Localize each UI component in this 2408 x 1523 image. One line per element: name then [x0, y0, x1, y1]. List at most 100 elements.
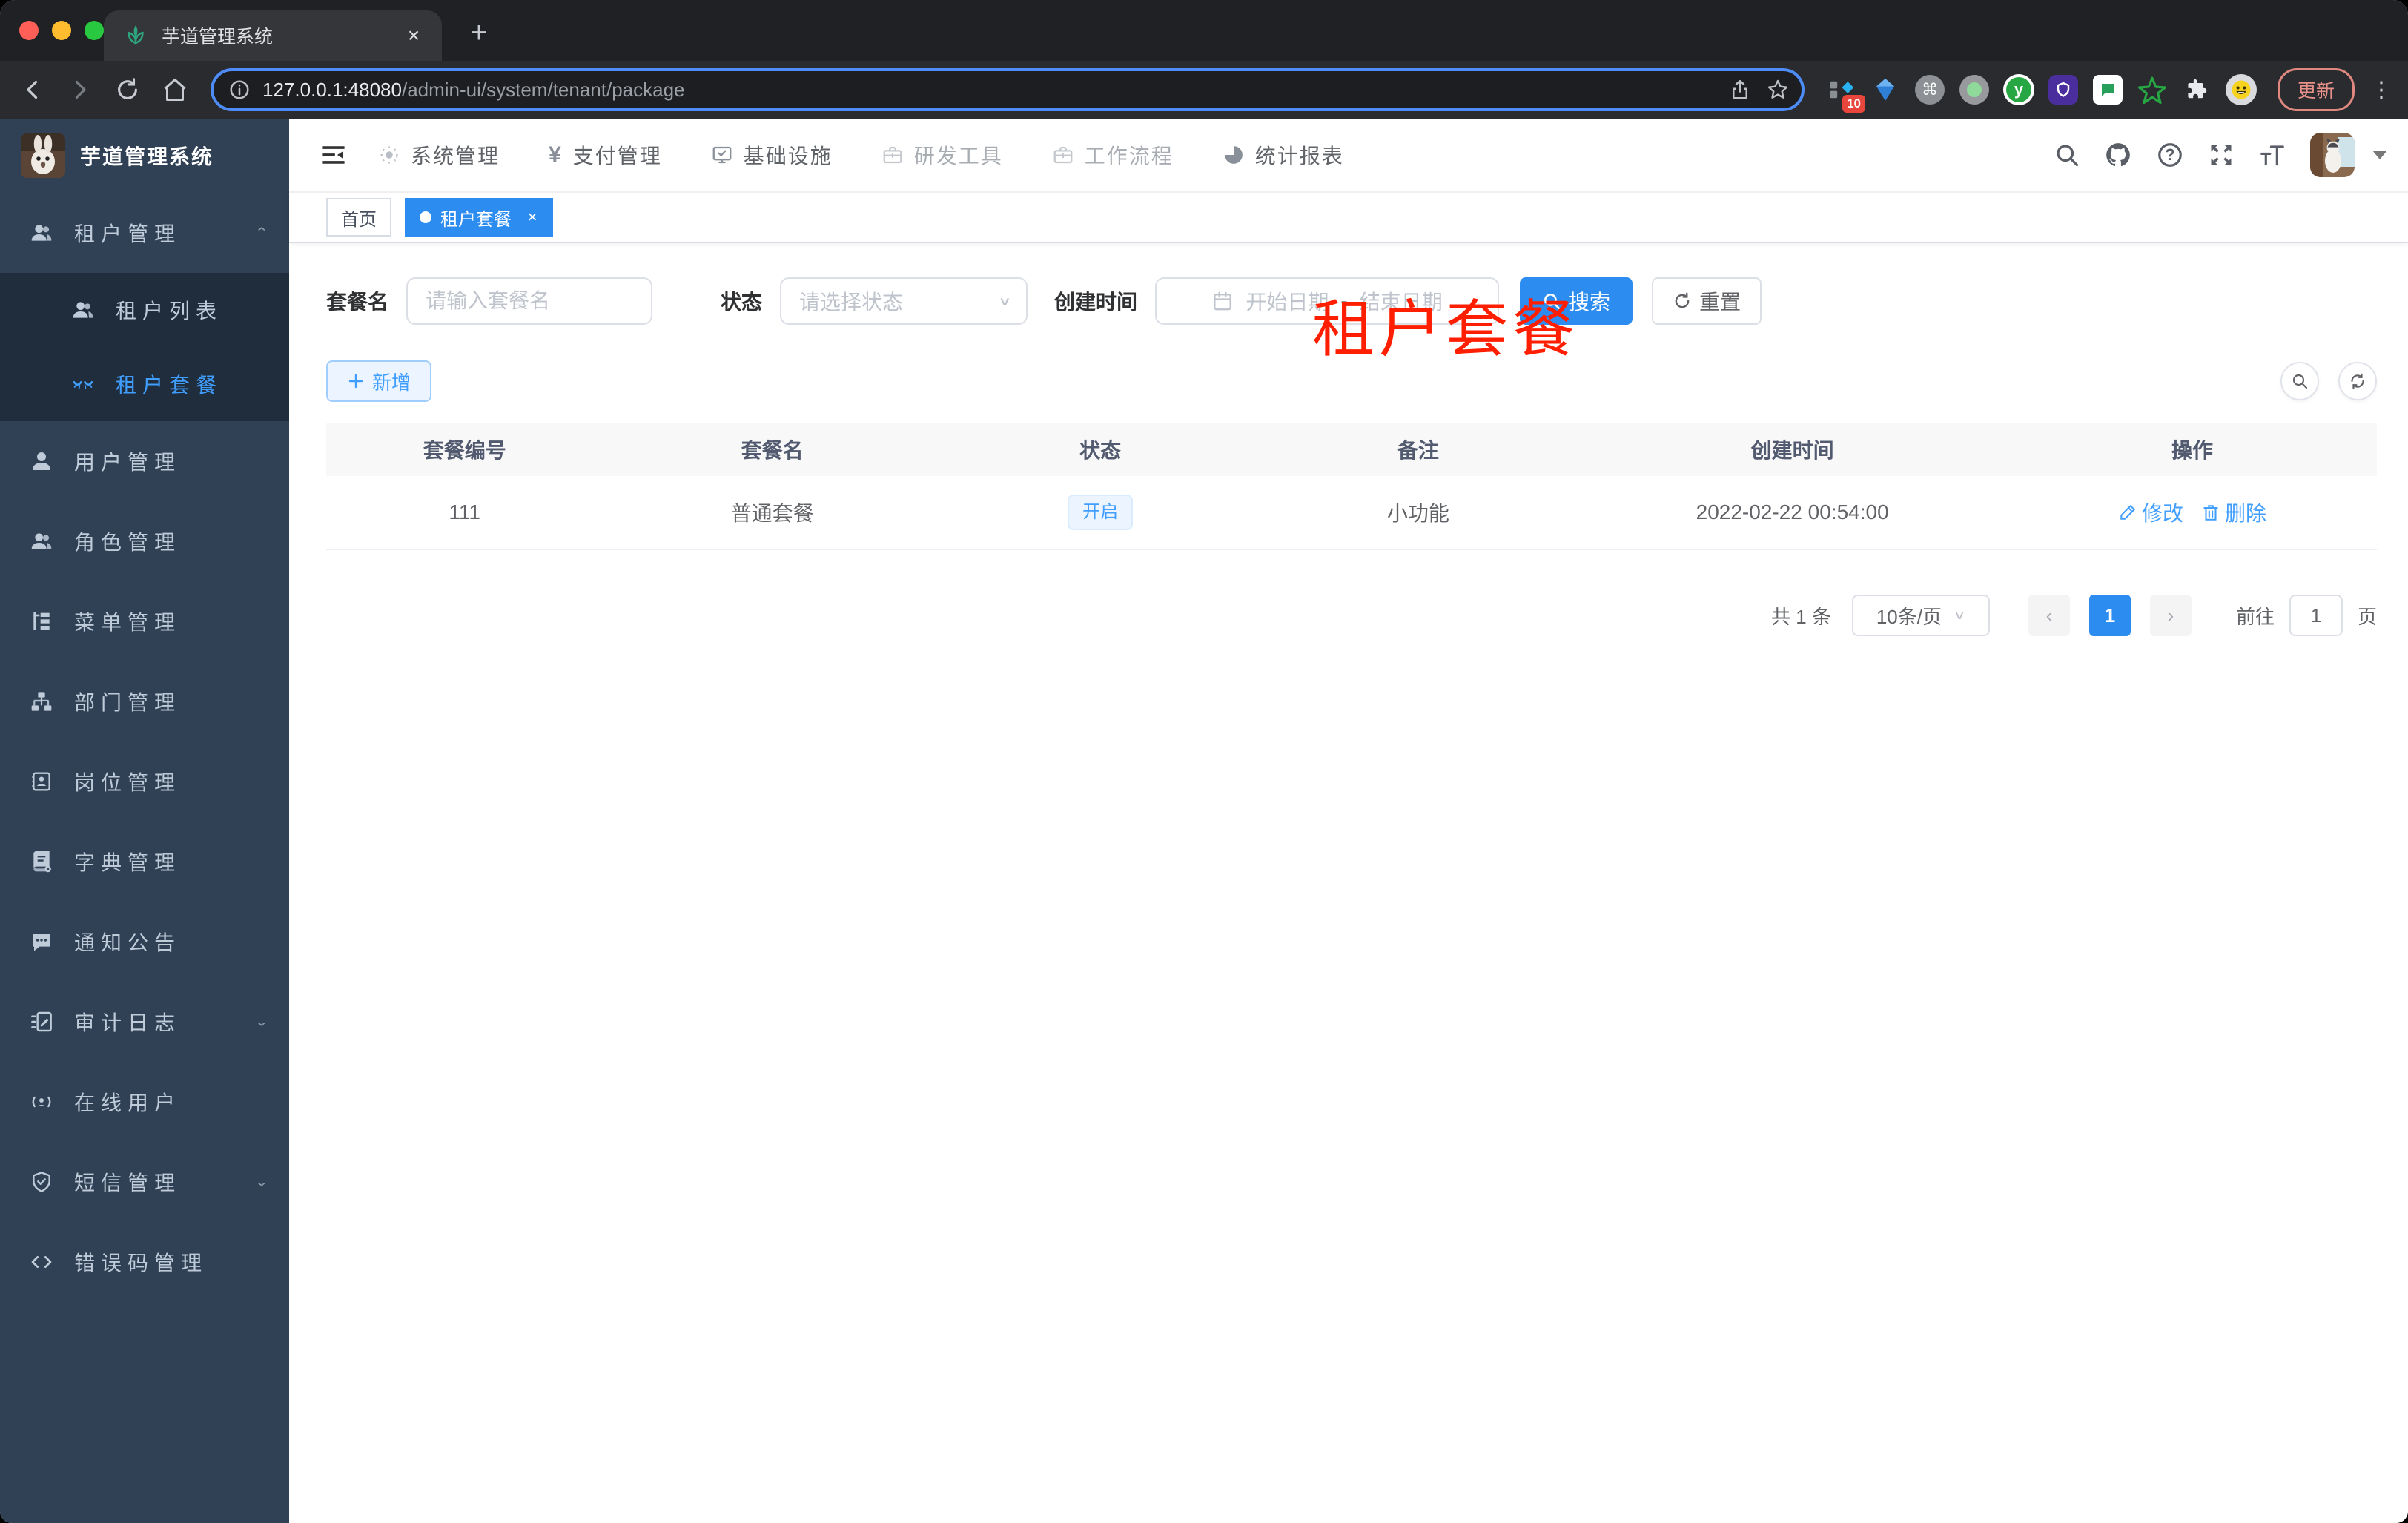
minimize-window-button[interactable]: [52, 21, 71, 40]
topnav-item-reports[interactable]: 统计报表: [1223, 140, 1344, 170]
sidebar-item-role-management[interactable]: 角色管理: [0, 501, 289, 581]
topnav-item-workflow[interactable]: 工作流程: [1052, 140, 1174, 170]
topnav-item-payment[interactable]: ¥ 支付管理: [549, 140, 662, 170]
sidebar-item-sms-management[interactable]: 短信管理 ⌄: [0, 1142, 289, 1222]
page-title-overlay: 租户套餐: [1312, 294, 1580, 364]
next-page-button[interactable]: ›: [2149, 595, 2192, 636]
help-icon[interactable]: ?: [2156, 141, 2184, 169]
bookmark-star-icon[interactable]: [1766, 78, 1790, 102]
github-icon[interactable]: [2104, 141, 2132, 169]
profile-avatar-icon[interactable]: [2225, 74, 2257, 105]
sidebar-item-dict-management[interactable]: 字典管理: [0, 822, 289, 902]
sidebar-item-label: 租户管理: [74, 222, 182, 245]
sidebar-item-errorcode-management[interactable]: 错误码管理: [0, 1222, 289, 1302]
app-title: 芋道管理系统: [80, 145, 214, 168]
package-name-input[interactable]: [408, 279, 652, 323]
gear-icon: [378, 144, 400, 166]
topnav-item-infrastructure[interactable]: 基础设施: [711, 140, 833, 170]
chevron-down-icon: ∨: [998, 294, 1012, 308]
tag-home[interactable]: 首页: [326, 198, 391, 237]
reset-button[interactable]: 重置: [1652, 277, 1762, 325]
sidebar-item-tenant-package[interactable]: 租户套餐: [0, 347, 289, 421]
extension-record-icon[interactable]: [1959, 74, 1990, 105]
browser-toolbar: 127.0.0.1:48080/admin-ui/system/tenant/p…: [0, 61, 2408, 119]
share-icon[interactable]: [1729, 79, 1751, 101]
sidebar-item-tenant-management[interactable]: 租户管理 ⌃: [0, 193, 289, 273]
chrome-update-button[interactable]: 更新: [2277, 68, 2355, 111]
url-bar[interactable]: 127.0.0.1:48080/admin-ui/system/tenant/p…: [211, 68, 1805, 111]
refresh-table-button[interactable]: [2338, 362, 2377, 400]
peoples-icon: [71, 298, 95, 322]
sidebar-item-menu-management[interactable]: 菜单管理: [0, 581, 289, 661]
sidebar-logo[interactable]: 芋道管理系统: [0, 119, 289, 193]
extension-green-y-icon[interactable]: y: [2002, 74, 2034, 105]
reload-icon[interactable]: [107, 69, 148, 110]
chevron-up-icon: ⌃: [254, 225, 268, 240]
topnav-item-dev-tools[interactable]: 研发工具: [882, 140, 1003, 170]
online-icon: [30, 1090, 53, 1114]
user-avatar[interactable]: [2310, 133, 2355, 177]
extension-shield-icon[interactable]: [2048, 74, 2079, 105]
edit-icon: [2120, 504, 2136, 520]
status-select[interactable]: 请选择状态 ∨: [780, 277, 1028, 325]
site-info-icon[interactable]: [228, 79, 251, 101]
browser-tab[interactable]: 芋道管理系统 ×: [104, 10, 442, 61]
peoples-icon: [30, 529, 53, 553]
add-button[interactable]: 新增: [326, 360, 432, 402]
tree-icon: [30, 690, 53, 713]
tag-tenant-package[interactable]: 租户套餐 ×: [405, 198, 553, 237]
caret-down-icon[interactable]: [2372, 151, 2387, 159]
col-remark: 备注: [1397, 439, 1439, 462]
search-icon[interactable]: [2054, 142, 2080, 168]
extension-command-icon[interactable]: ⌘: [1914, 74, 1945, 105]
sidebar-item-label: 租户列表: [116, 300, 223, 323]
toolbox-icon: [882, 144, 904, 166]
close-window-button[interactable]: [19, 21, 39, 40]
goto-page-input[interactable]: [2289, 595, 2343, 636]
extension-star-icon[interactable]: [2137, 74, 2168, 105]
prev-page-button[interactable]: ‹: [2028, 595, 2070, 636]
show-search-toggle-button[interactable]: [2280, 362, 2319, 400]
add-button-label: 新增: [372, 371, 411, 394]
topnav-item-system[interactable]: 系统管理: [378, 140, 500, 170]
home-icon[interactable]: [154, 69, 196, 110]
pagination: 共 1 条 10条/页 ∨ ‹ 1 › 前往 页: [326, 595, 2377, 636]
sidebar-item-dept-management[interactable]: 部门管理: [0, 661, 289, 741]
message-icon: [30, 930, 53, 954]
page-number-1[interactable]: 1: [2088, 595, 2131, 636]
sidebar-item-notice[interactable]: 通知公告: [0, 902, 289, 982]
sidebar-item-audit-log[interactable]: 审计日志 ⌄: [0, 982, 289, 1062]
col-actions: 操作: [2172, 439, 2214, 462]
new-tab-button[interactable]: +: [460, 13, 498, 52]
forward-icon[interactable]: [59, 69, 101, 110]
delete-link[interactable]: 删除: [2201, 498, 2266, 527]
edit-link[interactable]: 修改: [2118, 498, 2183, 527]
navbar-right: ?: [2054, 133, 2387, 177]
topnav-label: 支付管理: [572, 145, 662, 168]
refresh-icon: [2351, 373, 2364, 389]
chrome-menu-icon[interactable]: ⋮: [2369, 77, 2393, 103]
maximize-window-button[interactable]: [85, 21, 104, 40]
tag-close-icon[interactable]: ×: [522, 207, 543, 228]
sidebar-fold-icon[interactable]: [307, 128, 360, 182]
page-size-value: 10条/页: [1876, 605, 1942, 628]
fullscreen-icon[interactable]: [2208, 142, 2235, 168]
calendar-icon: [1211, 290, 1234, 312]
sidebar-item-online-users[interactable]: 在线用户: [0, 1062, 289, 1142]
back-icon[interactable]: [12, 69, 53, 110]
page-size-select[interactable]: 10条/页 ∨: [1851, 595, 1990, 636]
tenant-package-icon: [71, 372, 95, 396]
extension-gem-icon[interactable]: [1870, 74, 1901, 105]
extension-chat-icon[interactable]: [2092, 74, 2123, 105]
sidebar-item-tenant-list[interactable]: 租户列表: [0, 273, 289, 347]
extension-grid-icon[interactable]: 10: [1825, 74, 1865, 113]
chevron-down-icon: ∨: [1953, 608, 1966, 622]
col-package-name: 套餐名: [741, 439, 804, 462]
cell-package-name: 普通套餐: [730, 502, 814, 525]
extensions-puzzle-icon[interactable]: [2181, 74, 2212, 105]
yen-icon: ¥: [549, 142, 563, 167]
tab-close-icon[interactable]: ×: [400, 22, 427, 49]
font-size-icon[interactable]: [2258, 141, 2286, 169]
sidebar-item-post-management[interactable]: 岗位管理: [0, 741, 289, 822]
sidebar-item-user-management[interactable]: 用户管理: [0, 421, 289, 501]
